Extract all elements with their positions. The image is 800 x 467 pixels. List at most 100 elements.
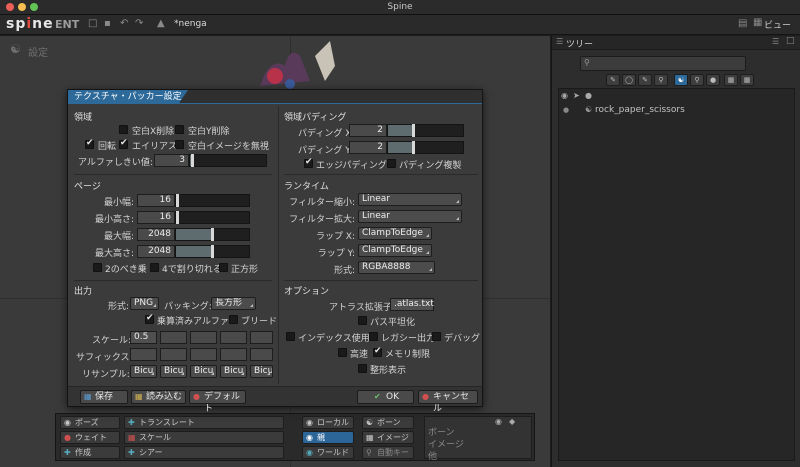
output-format-dropdown[interactable]: PNG (130, 297, 159, 310)
resample-dropdown-4[interactable]: Bicu (220, 365, 247, 378)
load-settings-button[interactable]: ▦ 読み込む (131, 390, 186, 404)
resample-dropdown-3[interactable]: Bicu (190, 365, 217, 378)
ignore-blank-checkbox[interactable] (175, 140, 184, 149)
scale-input-1[interactable]: 0.5 (130, 331, 157, 344)
key-icon[interactable]: ➤ (573, 91, 580, 100)
padding-y-input[interactable]: 2 (349, 141, 387, 154)
filter-constraints-button[interactable]: ⚲ (654, 74, 668, 86)
resample-dropdown-1[interactable]: Bicu (130, 365, 157, 378)
fast-checkbox[interactable] (338, 348, 347, 357)
panel-menu-icon[interactable]: ☰ (772, 37, 779, 46)
suffix-input-2[interactable] (160, 348, 187, 361)
world-axis-button[interactable]: ◉ ワールド (302, 446, 354, 459)
pose-tool-button[interactable]: ◉ ポーズ (60, 416, 120, 429)
window-icon[interactable]: ▤ (738, 18, 747, 29)
flatten-paths-checkbox[interactable] (358, 316, 367, 325)
redo-icon[interactable]: ↷ (135, 18, 143, 29)
translate-tool-button[interactable]: ✚ トランスレート (124, 416, 284, 429)
tree-view[interactable]: ◉ ➤ ● ● ☯ rock_paper_scissors (558, 88, 795, 461)
panel-close-icon[interactable]: □ (786, 36, 795, 46)
min-width-input[interactable]: 16 (137, 194, 175, 207)
premultiply-alpha-checkbox[interactable] (145, 313, 154, 324)
max-width-input[interactable]: 2048 (137, 228, 175, 241)
runtime-format-dropdown[interactable]: RGBA8888 (358, 261, 435, 274)
filter-mag-dropdown[interactable]: Linear (358, 210, 462, 223)
strip-x-checkbox[interactable] (119, 125, 128, 134)
lock-icon[interactable]: ● (585, 91, 592, 100)
packing-dropdown[interactable]: 長方形 (211, 297, 256, 310)
slider-knob[interactable] (211, 228, 214, 241)
alias-checkbox[interactable] (119, 138, 128, 149)
edge-padding-checkbox[interactable] (304, 157, 313, 168)
slider-knob[interactable] (211, 245, 214, 258)
image-compensate-button[interactable]: ▦ イメージ (362, 431, 414, 444)
legacy-output-checkbox[interactable] (369, 332, 378, 341)
visibility-icon[interactable]: ◉ (561, 91, 568, 100)
cancel-button[interactable]: ● キャンセル (418, 390, 478, 414)
max-height-slider[interactable] (175, 245, 250, 258)
strip-y-checkbox[interactable] (175, 125, 184, 134)
scale-input-3[interactable] (190, 331, 217, 344)
use-indexes-checkbox[interactable] (286, 332, 295, 341)
local-axis-button[interactable]: ◉ ローカル (302, 416, 354, 429)
multiple-of-four-checkbox[interactable] (150, 263, 159, 272)
default-settings-button[interactable]: ● デフォルト (189, 390, 246, 414)
filter-events-button[interactable]: ● (706, 74, 720, 86)
resample-dropdown-5[interactable]: Bicu (250, 365, 273, 378)
slider-knob[interactable] (191, 154, 194, 167)
scale-tool-button[interactable]: ▦ スケール (124, 431, 284, 444)
wrap-y-dropdown[interactable]: ClampToEdge (358, 244, 432, 257)
alpha-threshold-slider[interactable] (189, 154, 267, 167)
max-width-slider[interactable] (175, 228, 250, 241)
scale-input-4[interactable] (220, 331, 247, 344)
suffix-input-5[interactable] (250, 348, 273, 361)
tree-search-input[interactable]: ⚲ (580, 56, 746, 71)
view-button[interactable]: ビュー (764, 18, 791, 31)
auto-key-button[interactable]: ⚲ 自動キー (362, 446, 414, 459)
min-width-slider[interactable] (175, 194, 250, 207)
filter-audio-button[interactable]: ▦ (740, 74, 754, 86)
max-height-input[interactable]: 2048 (137, 245, 175, 258)
save-icon[interactable]: ▪ (104, 18, 111, 29)
debug-checkbox[interactable] (432, 332, 441, 341)
undo-icon[interactable]: ↶ (120, 18, 128, 29)
alpha-threshold-input[interactable]: 3 (154, 154, 189, 167)
slider-knob[interactable] (176, 211, 179, 224)
eye-icon[interactable]: ◉ (495, 417, 502, 426)
min-height-input[interactable]: 16 (137, 211, 175, 224)
scale-input-5[interactable] (250, 331, 273, 344)
filter-skins-button[interactable]: ⚲ (690, 74, 704, 86)
slider-knob[interactable] (176, 194, 179, 207)
slider-knob[interactable] (412, 141, 415, 154)
tree-item-root[interactable]: rock_paper_scissors (595, 105, 685, 115)
filter-bones-button[interactable]: ✎ (606, 74, 620, 86)
pretty-print-checkbox[interactable] (358, 364, 367, 373)
label-icon[interactable]: ◆ (509, 417, 515, 426)
save-settings-button[interactable]: ▦ 保存 (80, 390, 128, 404)
duplicate-padding-checkbox[interactable] (387, 159, 396, 168)
padding-x-slider[interactable] (387, 124, 464, 137)
tab-tree[interactable]: ツリー (566, 37, 593, 50)
padding-y-slider[interactable] (387, 141, 464, 154)
create-tool-button[interactable]: ✚ 作成 (60, 446, 120, 459)
limit-memory-checkbox[interactable] (373, 346, 382, 357)
rotation-checkbox[interactable] (85, 138, 94, 149)
atlas-extension-input[interactable]: .atlas.txt (390, 298, 434, 311)
suffix-input-3[interactable] (190, 348, 217, 361)
bleed-checkbox[interactable] (229, 315, 238, 324)
filter-min-dropdown[interactable]: Linear (358, 193, 462, 206)
folder-icon[interactable]: □ (88, 18, 97, 29)
ok-button[interactable]: ✔ OK (357, 390, 414, 404)
filter-attachments-button[interactable]: ✎ (638, 74, 652, 86)
filter-active-button[interactable]: ☯ (674, 74, 688, 86)
power-of-two-checkbox[interactable] (93, 263, 102, 272)
bone-compensate-button[interactable]: ☯ ボーン (362, 416, 414, 429)
parent-axis-button[interactable]: ◉ 親 (302, 431, 354, 444)
padding-x-input[interactable]: 2 (349, 124, 387, 137)
suffix-input-4[interactable] (220, 348, 247, 361)
slider-knob[interactable] (412, 124, 415, 137)
suffix-input-1[interactable] (130, 348, 157, 361)
scale-input-2[interactable] (160, 331, 187, 344)
shear-tool-button[interactable]: ✚ シアー (124, 446, 284, 459)
filter-images-button[interactable]: ▦ (724, 74, 738, 86)
